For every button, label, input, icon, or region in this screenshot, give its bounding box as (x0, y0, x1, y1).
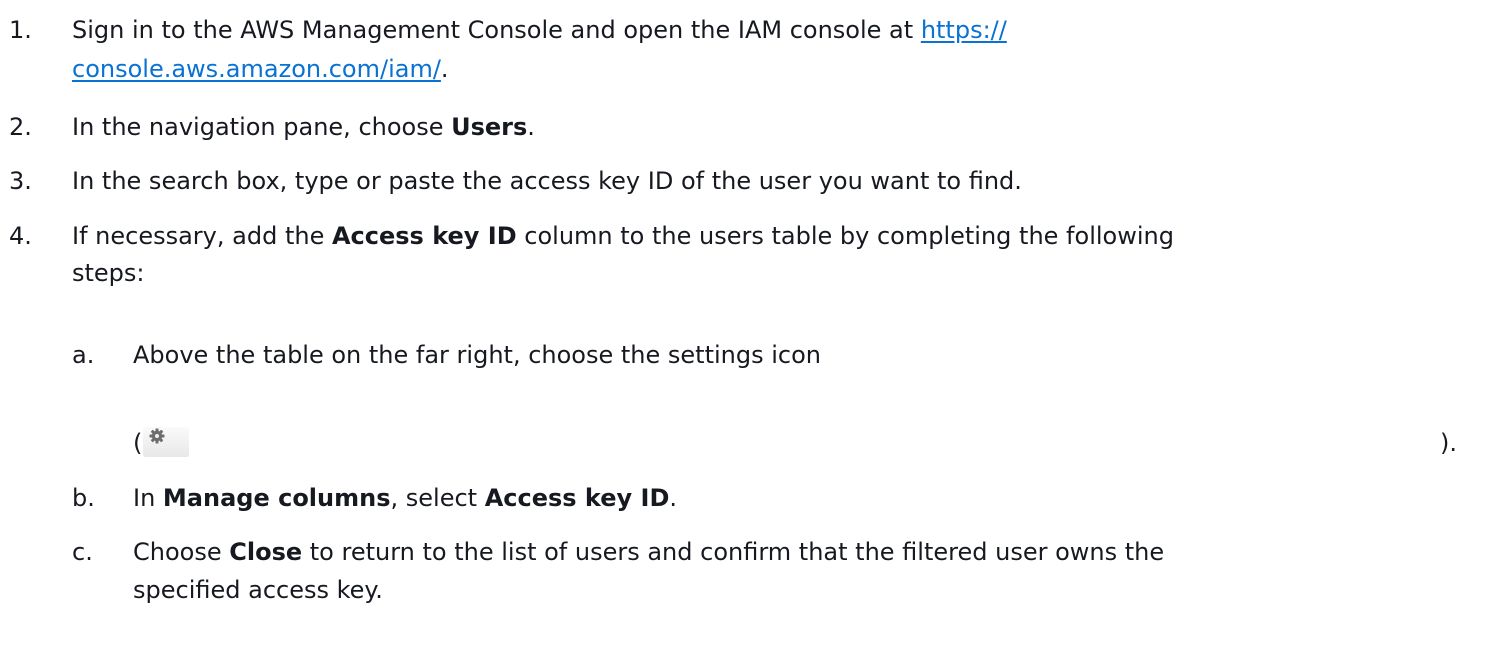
substep-c-line-2: specified access key. (133, 576, 383, 604)
substep-a-line-1: Above the table on the far right, choose… (133, 341, 821, 369)
manage-columns-label: Manage columns (162, 484, 391, 512)
step-number: 2. (9, 113, 32, 141)
step-4-line-2: steps: (72, 259, 145, 287)
procedure-list: 1. Sign in to the AWS Management Console… (0, 0, 1487, 649)
iam-console-link-continued[interactable]: console.aws.amazon.com/iam/ (72, 55, 441, 83)
substep-letter: c. (72, 538, 93, 566)
step-2-line: In the navigation pane, choose Users. (72, 113, 535, 141)
step-1-line-1: Sign in to the AWS Management Console an… (72, 13, 1007, 47)
step-number: 3. (9, 167, 32, 195)
users-label: Users (451, 113, 528, 141)
step-4-line-1: If necessary, add the Access key ID colu… (72, 222, 1174, 250)
access-key-id-label: Access key ID (331, 222, 517, 250)
step-1-text: Sign in to the AWS Management Console an… (72, 16, 914, 44)
substep-c-line-1: Choose Close to return to the list of us… (133, 538, 1165, 566)
step-1-period: . (440, 55, 449, 83)
step-number: 4. (9, 222, 32, 250)
close-label: Close (229, 538, 303, 566)
substep-b-line: In Manage columns, select Access key ID. (133, 484, 678, 512)
access-key-id-label: Access key ID (484, 484, 670, 512)
substep-letter: a. (72, 341, 95, 369)
step-1-line-2: console.aws.amazon.com/iam/. (72, 52, 449, 86)
substep-a-open-paren: ( (133, 429, 143, 457)
settings-icon-image (143, 427, 189, 457)
gear-icon (149, 428, 165, 444)
step-3-line: In the search box, type or paste the acc… (72, 167, 1022, 195)
iam-console-link[interactable]: https:// (921, 16, 1007, 44)
substep-letter: b. (72, 484, 95, 512)
substep-a-close-paren: ). (1440, 429, 1457, 457)
step-number: 1. (9, 16, 32, 44)
